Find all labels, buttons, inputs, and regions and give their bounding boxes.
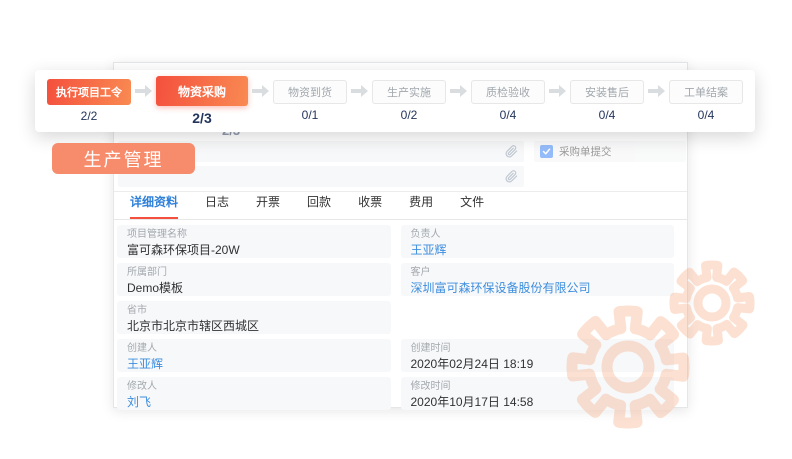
step-button[interactable]: 质检验收 — [471, 80, 545, 104]
field-department: 所属部门 Demo模板 — [117, 263, 391, 296]
step-button[interactable]: 执行项目工令 — [47, 79, 131, 105]
checkbox-label: 采购单提交 — [559, 144, 612, 159]
step-production: 生产实施 0/2 — [372, 80, 446, 122]
step-quality-acceptance: 质检验收 0/4 — [471, 80, 545, 122]
step-execute-work-order: 执行项目工令 2/2 — [47, 79, 131, 123]
tab-log[interactable]: 日志 — [205, 193, 229, 219]
paperclip-icon[interactable] — [505, 170, 518, 183]
step-button[interactable]: 工单结案 — [669, 80, 743, 104]
purchase-submit-checkbox-field[interactable]: 采购单提交 — [534, 141, 686, 162]
field-created-time: 创建时间 2020年02月24日 18:19 — [401, 339, 675, 372]
step-material-purchase: 物资采购 2/3 — [156, 76, 248, 126]
modifier-link[interactable]: 刘飞 — [127, 395, 381, 410]
step-close-work-order: 工单结案 0/4 — [669, 80, 743, 122]
arrow-right-icon — [252, 84, 270, 103]
owner-link[interactable]: 王亚辉 — [411, 243, 665, 258]
step-button[interactable]: 物资采购 — [156, 76, 248, 106]
field-value: 北京市北京市辖区西城区 — [127, 319, 381, 334]
arrow-right-icon — [648, 84, 666, 103]
step-install-aftersales: 安装售后 0/4 — [570, 80, 644, 122]
paperclip-icon[interactable] — [505, 145, 518, 158]
field-value: Demo模板 — [127, 281, 381, 296]
step-count: 2/2 — [81, 109, 98, 123]
creator-link[interactable]: 王亚辉 — [127, 357, 381, 372]
field-empty — [401, 301, 675, 334]
field-label: 创建人 — [127, 343, 381, 355]
workflow-stepper-card: 执行项目工令 2/2 物资采购 2/3 物资到货 0/1 生产实施 0/2 质检… — [35, 70, 755, 132]
step-count: 0/4 — [500, 108, 517, 122]
arrow-right-icon — [135, 84, 153, 103]
field-label: 创建时间 — [411, 343, 665, 355]
arrow-right-icon — [351, 84, 369, 103]
customer-link[interactable]: 深圳富可森环保设备股份有限公司 — [411, 281, 665, 296]
field-modifier: 修改人 刘飞 — [117, 377, 391, 410]
step-count: 0/2 — [401, 108, 418, 122]
production-management-label: 生产管理 — [52, 143, 195, 174]
field-owner: 负责人 王亚辉 — [401, 225, 675, 258]
field-label: 修改人 — [127, 381, 381, 393]
tab-details[interactable]: 详细资料 — [130, 193, 178, 219]
field-customer: 客户 深圳富可森环保设备股份有限公司 — [401, 263, 675, 296]
step-count: 2/3 — [192, 110, 211, 126]
tab-payment[interactable]: 回款 — [307, 193, 331, 219]
field-value: 富可森环保项目-20W — [127, 243, 381, 258]
tab-bar: 详细资料 日志 开票 回款 收票 费用 文件 — [114, 192, 687, 220]
field-label: 项目管理名称 — [127, 229, 381, 241]
screenshot-canvas: 2/3 采购单提交 — [0, 0, 792, 459]
field-label: 修改时间 — [411, 381, 665, 393]
field-modified-time: 修改时间 2020年10月17日 14:58 — [401, 377, 675, 410]
arrow-right-icon — [450, 84, 468, 103]
tab-expense[interactable]: 费用 — [409, 193, 433, 219]
detail-panel: 详细资料 日志 开票 回款 收票 费用 文件 项目管理名称 富可森环保项目-20… — [114, 191, 687, 407]
step-button[interactable]: 安装售后 — [570, 80, 644, 104]
step-count: 0/4 — [698, 108, 715, 122]
field-value: 2020年02月24日 18:19 — [411, 357, 665, 372]
field-city: 省市 北京市北京市辖区西城区 — [117, 301, 391, 334]
step-count: 0/1 — [302, 108, 319, 122]
tab-files[interactable]: 文件 — [460, 193, 484, 219]
check-icon[interactable] — [540, 145, 553, 158]
field-label: 负责人 — [411, 229, 665, 241]
field-label: 客户 — [411, 267, 665, 279]
field-label: 所属部门 — [127, 267, 381, 279]
arrow-right-icon — [549, 84, 567, 103]
field-creator: 创建人 王亚辉 — [117, 339, 391, 372]
attachment-row: 采购单提交 — [118, 141, 686, 162]
field-project-name: 项目管理名称 富可森环保项目-20W — [117, 225, 391, 258]
step-button[interactable]: 物资到货 — [273, 80, 347, 104]
step-count: 0/4 — [599, 108, 616, 122]
field-label: 省市 — [127, 305, 381, 317]
field-value: 2020年10月17日 14:58 — [411, 395, 665, 410]
step-button[interactable]: 生产实施 — [372, 80, 446, 104]
detail-form: 项目管理名称 富可森环保项目-20W 负责人 王亚辉 所属部门 Demo模板 客… — [117, 225, 674, 410]
tab-receipt[interactable]: 收票 — [358, 193, 382, 219]
tab-invoice[interactable]: 开票 — [256, 193, 280, 219]
step-material-arrival: 物资到货 0/1 — [273, 80, 347, 122]
